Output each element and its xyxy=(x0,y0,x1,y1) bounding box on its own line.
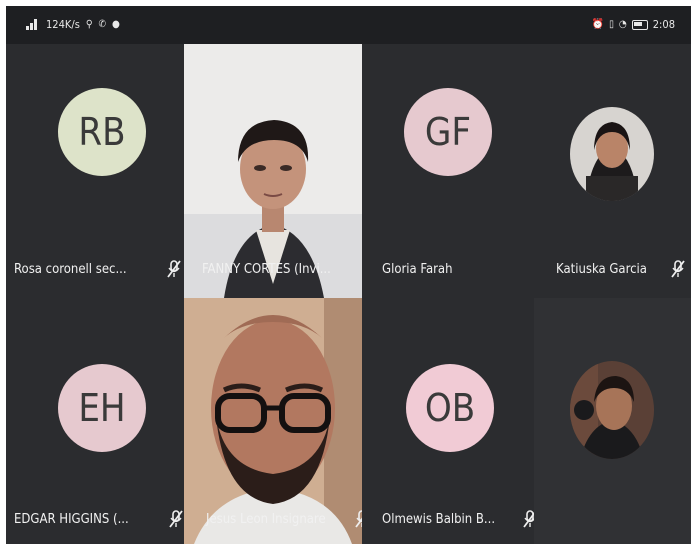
participant-tile-katiuska[interactable]: Katiuska Garcia xyxy=(534,44,691,298)
avatar-photo-katiuska xyxy=(570,107,654,201)
avatar-photo-participant xyxy=(570,361,654,459)
call-icon: ✆ xyxy=(98,19,107,30)
app-icon: ● xyxy=(112,19,120,30)
usb-icon: ⚲ xyxy=(85,19,93,30)
participant-tile-edgar[interactable]: EH EDGAR HIGGINS (... xyxy=(6,298,184,544)
mic-off-icon xyxy=(169,510,183,528)
alarm-icon: ⏰ xyxy=(591,19,604,30)
video-feed xyxy=(184,298,362,544)
status-bar: 124K/s ⚲ ✆ ● ⏰ ▯ ◔ 2:08 xyxy=(6,6,691,44)
participant-tile-olmewis[interactable]: OB Olmewis Balbin B... xyxy=(362,298,534,544)
participant-tile-unnamed[interactable] xyxy=(534,298,691,544)
battery-icon xyxy=(631,19,648,30)
participant-name: Rosa coronell sec... xyxy=(14,262,127,277)
avatar-rb: RB xyxy=(58,88,146,176)
mic-off-icon xyxy=(671,260,685,278)
participant-name: FANNY CORTES (Invi... xyxy=(202,262,331,277)
participant-tile-rosa[interactable]: RB Rosa coronell sec... xyxy=(6,44,184,298)
mic-off-icon xyxy=(355,510,362,528)
vibrate-icon: ▯ xyxy=(608,19,614,30)
meeting-screen: 124K/s ⚲ ✆ ● ⏰ ▯ ◔ 2:08 RB Rosa coronell… xyxy=(6,6,691,544)
mic-off-icon xyxy=(523,510,534,528)
participant-name: Gloria Farah xyxy=(382,262,453,277)
participant-tile-gloria[interactable]: GF Gloria Farah xyxy=(362,44,534,298)
clock: 2:08 xyxy=(652,18,675,31)
signal-icon xyxy=(26,19,40,30)
participant-name: Katiuska Garcia xyxy=(556,262,647,277)
avatar-eh: EH xyxy=(58,364,146,452)
participant-tile-jesus[interactable]: Jesus Leon Insignare xyxy=(184,298,362,544)
avatar-ob: OB xyxy=(406,364,494,452)
participant-tile-fanny[interactable]: FANNY CORTES (Invi... xyxy=(184,44,362,298)
participant-name: EDGAR HIGGINS (... xyxy=(14,512,129,527)
wifi-icon: ◔ xyxy=(618,19,627,30)
participant-name: Jesus Leon Insignare xyxy=(206,512,326,527)
mic-off-icon xyxy=(167,260,181,278)
video-feed xyxy=(184,44,362,298)
participant-name: Olmewis Balbin B... xyxy=(382,512,496,527)
network-speed: 124K/s xyxy=(46,18,80,31)
avatar-gf: GF xyxy=(404,88,492,176)
